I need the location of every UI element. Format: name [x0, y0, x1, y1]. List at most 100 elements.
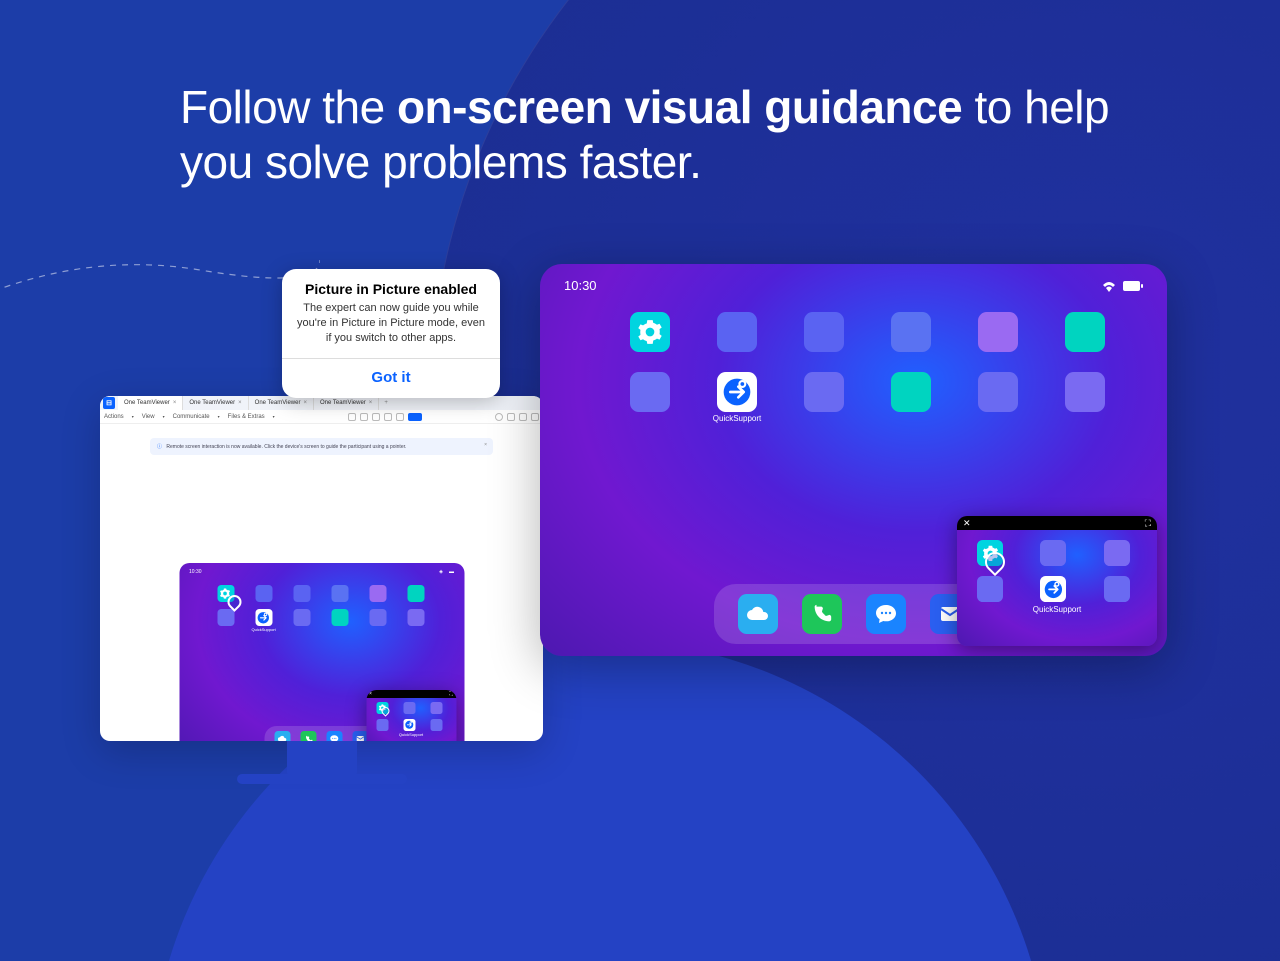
app-tile[interactable]: [891, 372, 931, 412]
browser-tab[interactable]: One TeamViewer×: [183, 396, 248, 410]
quicksupport-app-icon[interactable]: QuickSupport: [255, 609, 272, 626]
menu-view[interactable]: View: [142, 414, 155, 420]
app-tile[interactable]: [891, 312, 931, 352]
app-tile[interactable]: [1104, 540, 1130, 566]
app-tile[interactable]: [717, 312, 757, 352]
pip-expand-icon[interactable]: ⛶: [1145, 518, 1151, 529]
status-time: 10:30: [189, 569, 202, 575]
close-icon[interactable]: ×: [238, 400, 242, 406]
new-tab-button[interactable]: +: [379, 400, 393, 406]
remote-interaction-notification: Remote screen interaction is now availab…: [150, 438, 493, 455]
toolbar-icon[interactable]: [360, 413, 368, 421]
app-tile[interactable]: [370, 609, 387, 626]
pip-app-grid: QuickSupport: [977, 540, 1137, 602]
toolbar-icon-group: [348, 413, 422, 421]
close-icon[interactable]: ×: [484, 442, 487, 448]
toolbar-icon[interactable]: [531, 413, 539, 421]
headline-prefix: Follow the: [180, 81, 397, 133]
weather-app-icon[interactable]: [738, 594, 778, 634]
popup-title: Picture in Picture enabled: [282, 269, 500, 301]
dock: [265, 726, 379, 741]
close-icon[interactable]: ✕: [963, 518, 971, 529]
toolbar-icon[interactable]: [507, 413, 515, 421]
pip-overlay[interactable]: × ⛶ QuickSupport: [366, 690, 456, 741]
popup-body: The expert can now guide you while you'r…: [282, 301, 500, 358]
app-tile[interactable]: [255, 585, 272, 602]
status-bar: 10:30: [540, 264, 1167, 307]
mini-tablet-preview: 10:30 ◈ ▬ QuickSupport × ⛶ QuickSupport: [179, 563, 464, 741]
quicksupport-app-icon[interactable]: QuickSupport: [1040, 576, 1066, 602]
toolbar-right-icons: [495, 413, 539, 421]
app-label: QuickSupport: [1033, 605, 1081, 614]
toolbar-icon[interactable]: [384, 413, 392, 421]
app-tile[interactable]: [217, 609, 234, 626]
phone-app-icon[interactable]: [301, 731, 317, 741]
app-tile[interactable]: [408, 609, 425, 626]
app-tile[interactable]: [1065, 312, 1105, 352]
app-tile[interactable]: [977, 576, 1003, 602]
menu-files-extras[interactable]: Files & Extras: [228, 414, 265, 420]
wifi-icon: [1101, 280, 1117, 292]
tab-label: One TeamViewer: [124, 400, 170, 406]
pip-expand-icon[interactable]: ⛶: [449, 691, 453, 697]
status-bar: 10:30 ◈ ▬: [179, 563, 464, 581]
quicksupport-app-icon[interactable]: QuickSupport: [717, 372, 757, 412]
toolbar-icon[interactable]: [519, 413, 527, 421]
phone-app-icon[interactable]: [802, 594, 842, 634]
popup-got-it-button[interactable]: Got it: [282, 358, 500, 398]
app-tile[interactable]: [408, 585, 425, 602]
menu-actions[interactable]: Actions: [104, 414, 124, 420]
browser-tab[interactable]: One TeamViewer×: [314, 396, 379, 410]
tab-label: One TeamViewer: [189, 400, 235, 406]
app-tile[interactable]: [630, 372, 670, 412]
messages-app-icon[interactable]: [866, 594, 906, 634]
headline: Follow the on-screen visual guidance to …: [180, 80, 1160, 190]
headline-bold: on-screen visual guidance: [397, 81, 962, 133]
app-tile[interactable]: [431, 702, 443, 714]
browser-tab-strip: ⊟ One TeamViewer× One TeamViewer× One Te…: [100, 396, 543, 410]
close-icon[interactable]: ×: [369, 691, 372, 697]
close-icon[interactable]: ×: [173, 400, 177, 406]
app-tile[interactable]: [1065, 372, 1105, 412]
close-icon[interactable]: ×: [369, 400, 373, 406]
toolbar-icon[interactable]: [396, 413, 404, 421]
app-logo-icon: ⊟: [103, 397, 115, 409]
app-tile[interactable]: [804, 372, 844, 412]
monitor-screen: ⊟ One TeamViewer× One TeamViewer× One Te…: [100, 396, 543, 741]
app-tile[interactable]: [431, 719, 443, 731]
wifi-icon: ◈: [439, 569, 443, 575]
app-tile[interactable]: [804, 312, 844, 352]
status-time: 10:30: [564, 278, 597, 293]
weather-app-icon[interactable]: [275, 731, 291, 741]
monitor-stand: [287, 741, 357, 776]
app-tile[interactable]: [293, 585, 310, 602]
toolbar-icon-active[interactable]: [408, 413, 422, 421]
app-tile[interactable]: [1040, 540, 1066, 566]
pip-overlay[interactable]: ✕ ⛶ QuickSupport: [957, 516, 1157, 646]
app-tile[interactable]: [403, 702, 415, 714]
app-tile[interactable]: [293, 609, 310, 626]
app-tile[interactable]: [376, 719, 388, 731]
messages-app-icon[interactable]: [327, 731, 343, 741]
battery-icon: [1123, 281, 1143, 291]
settings-app-icon[interactable]: [630, 312, 670, 352]
tablet-device: 10:30 QuickSupport ✕ ⛶ QuickSupport: [540, 264, 1167, 656]
toolbar-icon[interactable]: [348, 413, 356, 421]
browser-tab[interactable]: One TeamViewer×: [249, 396, 314, 410]
toolbar-icon[interactable]: [495, 413, 503, 421]
app-tile[interactable]: [978, 312, 1018, 352]
app-tile[interactable]: [978, 372, 1018, 412]
app-tile[interactable]: [331, 609, 348, 626]
close-icon[interactable]: ×: [303, 400, 307, 406]
tab-label: One TeamViewer: [320, 400, 366, 406]
monitor-base: [237, 774, 407, 784]
app-tile[interactable]: [370, 585, 387, 602]
notification-text: Remote screen interaction is now availab…: [166, 444, 406, 450]
app-tile[interactable]: [1104, 576, 1130, 602]
app-tile[interactable]: [331, 585, 348, 602]
toolbar-icon[interactable]: [372, 413, 380, 421]
app-label: QuickSupport: [713, 414, 761, 423]
quicksupport-app-icon[interactable]: QuickSupport: [403, 719, 415, 731]
browser-tab[interactable]: One TeamViewer×: [118, 396, 183, 410]
menu-communicate[interactable]: Communicate: [173, 414, 210, 420]
